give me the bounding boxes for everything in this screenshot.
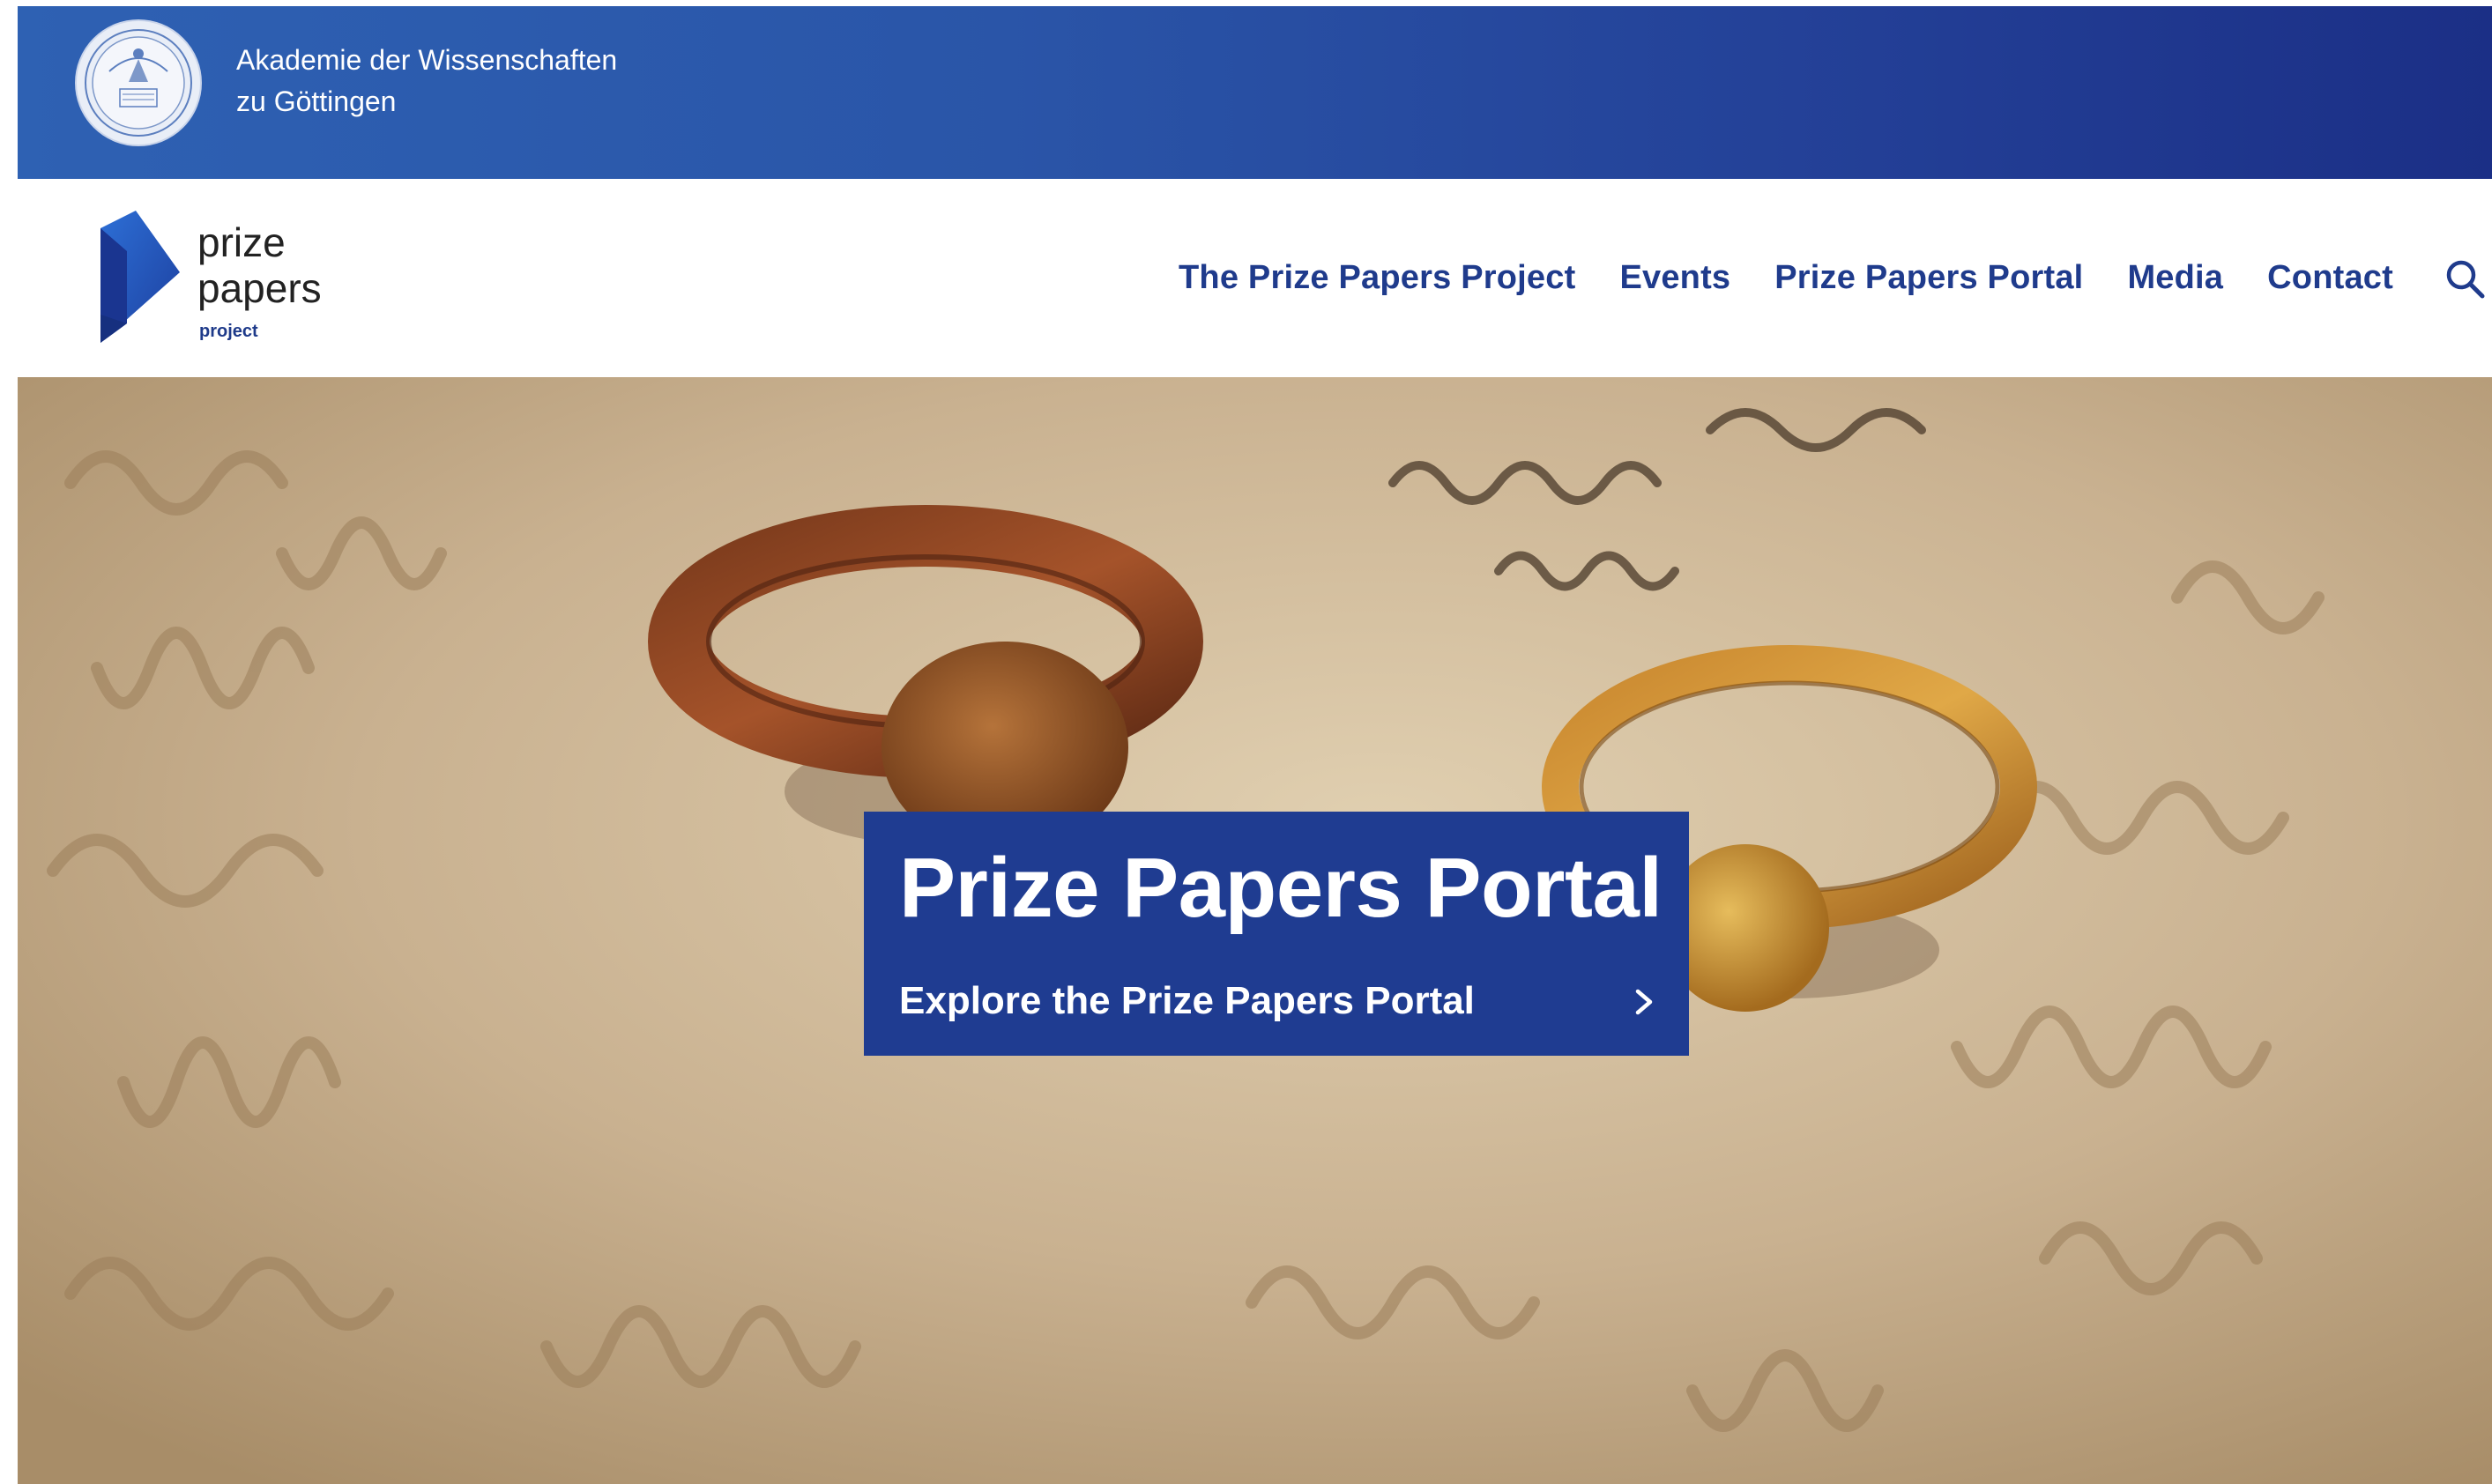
main-nav: The Prize Papers Project Events Prize Pa… (1179, 179, 2492, 377)
logo-wordmark: prize papers (197, 219, 322, 311)
hero-banner: Prize Papers Portal Explore the Prize Pa… (18, 377, 2492, 1484)
portal-teaser-box[interactable]: Prize Papers Portal Explore the Prize Pa… (864, 812, 1689, 1056)
main-header: prize papers project The Prize Papers Pr… (18, 179, 2492, 377)
nav-item-contact[interactable]: Contact (2267, 259, 2393, 297)
portal-title: Prize Papers Portal (899, 841, 1663, 935)
explore-portal-link[interactable]: Explore the Prize Papers Portal (899, 976, 1475, 1026)
academy-name-line1: Akademie der Wissenschaften (236, 44, 618, 76)
logo-word-papers: papers (197, 265, 322, 311)
prize-papers-logo[interactable]: prize papers project (100, 211, 365, 352)
nav-item-prize-papers-portal[interactable]: Prize Papers Portal (1774, 259, 2083, 297)
academy-bar: Akademie der Wissenschaften zu Göttingen (18, 6, 2492, 179)
nav-item-media[interactable]: Media (2127, 259, 2223, 297)
nav-item-events[interactable]: Events (1619, 259, 1730, 297)
academy-name[interactable]: Akademie der Wissenschaften zu Göttingen (236, 40, 617, 122)
logo-sub-project: project (199, 322, 258, 341)
search-button[interactable] (2443, 256, 2487, 301)
nav-item-the-prize-papers-project[interactable]: The Prize Papers Project (1179, 259, 1575, 297)
prize-papers-logo-mark-icon (100, 211, 182, 345)
chevron-right-icon[interactable] (1625, 984, 1661, 1020)
academy-seal-icon[interactable] (74, 19, 203, 147)
logo-word-prize: prize (197, 219, 286, 265)
search-icon (2446, 260, 2485, 298)
academy-name-line2: zu Göttingen (236, 85, 397, 117)
